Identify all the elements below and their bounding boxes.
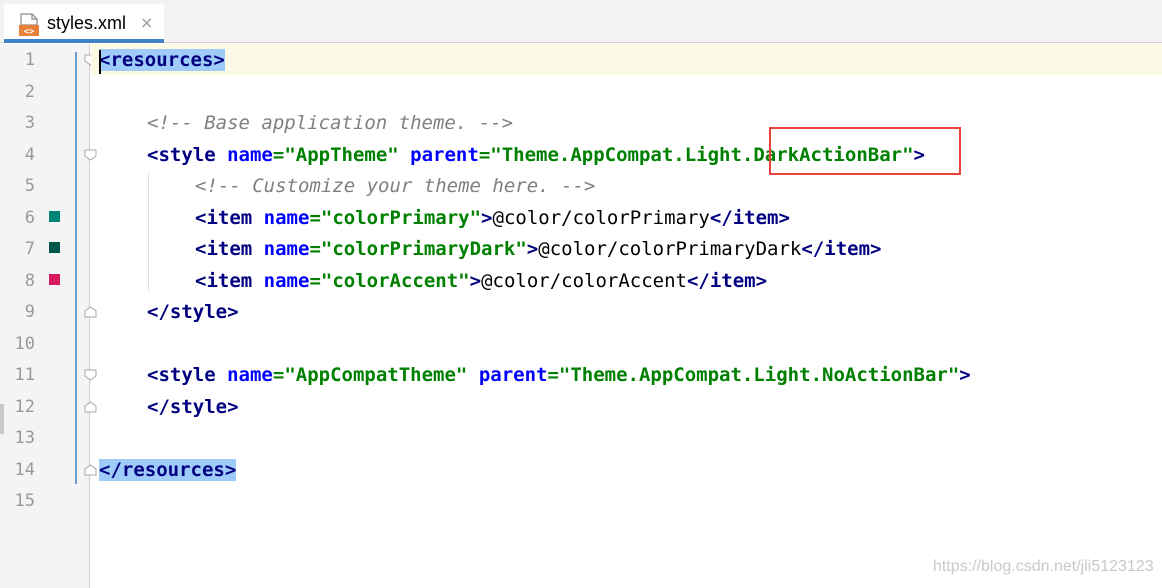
annotation-highlight-box <box>769 127 961 175</box>
vcs-change-bar <box>75 52 77 484</box>
line-number: 10 <box>14 334 35 354</box>
tab-styles-xml[interactable]: <> styles.xml × <box>4 4 164 43</box>
line-number: 8 <box>24 271 35 291</box>
indent-guide <box>148 172 149 292</box>
line-number: 13 <box>14 428 35 448</box>
code-line-6: <item name="colorPrimary">@color/colorPr… <box>195 207 790 229</box>
fold-close-icon[interactable] <box>84 464 97 476</box>
code-line-1: <resources> <box>99 49 225 71</box>
watermark: https://blog.csdn.net/jli5123123 <box>933 558 1154 575</box>
code-line-11: <style name="AppCompatTheme" parent="The… <box>147 364 971 386</box>
fold-close-icon[interactable] <box>84 306 97 318</box>
line-number: 4 <box>24 145 35 165</box>
code-line-9: </style> <box>147 301 239 323</box>
code-line-14: </resources> <box>99 459 237 481</box>
line-number: 2 <box>24 82 35 102</box>
editor-tab-bar: <> styles.xml × <box>0 0 1162 43</box>
code-line-7: <item name="colorPrimaryDark">@color/col… <box>195 238 882 260</box>
fold-close-icon[interactable] <box>84 401 97 413</box>
line-number: 1 <box>24 50 35 70</box>
tab-label: styles.xml <box>47 13 127 33</box>
color-swatch-accent[interactable] <box>49 274 60 285</box>
line-number: 14 <box>14 460 35 480</box>
color-swatch-primary[interactable] <box>49 211 60 222</box>
code-line-12: </style> <box>147 396 239 418</box>
text-caret <box>99 50 101 74</box>
line-number: 11 <box>14 365 35 385</box>
color-swatch-primary-dark[interactable] <box>49 242 60 253</box>
close-icon[interactable]: × <box>140 13 153 32</box>
line-number: 12 <box>14 397 35 417</box>
line-number: 3 <box>24 113 35 133</box>
line-number: 15 <box>14 491 35 511</box>
fold-open-icon[interactable] <box>84 369 97 381</box>
code-line-8: <item name="colorAccent">@color/colorAcc… <box>195 270 768 292</box>
line-number: 7 <box>24 239 35 259</box>
line-number: 5 <box>24 176 35 196</box>
code-line-3: <!-- Base application theme. --> <box>147 112 514 134</box>
xml-file-icon: <> <box>18 13 40 37</box>
line-number: 6 <box>24 208 35 228</box>
svg-text:<>: <> <box>24 27 35 37</box>
code-line-5: <!-- Customize your theme here. --> <box>195 175 596 197</box>
fold-open-icon[interactable] <box>84 149 97 161</box>
line-number: 9 <box>24 302 35 322</box>
current-line-highlight <box>91 44 1162 75</box>
